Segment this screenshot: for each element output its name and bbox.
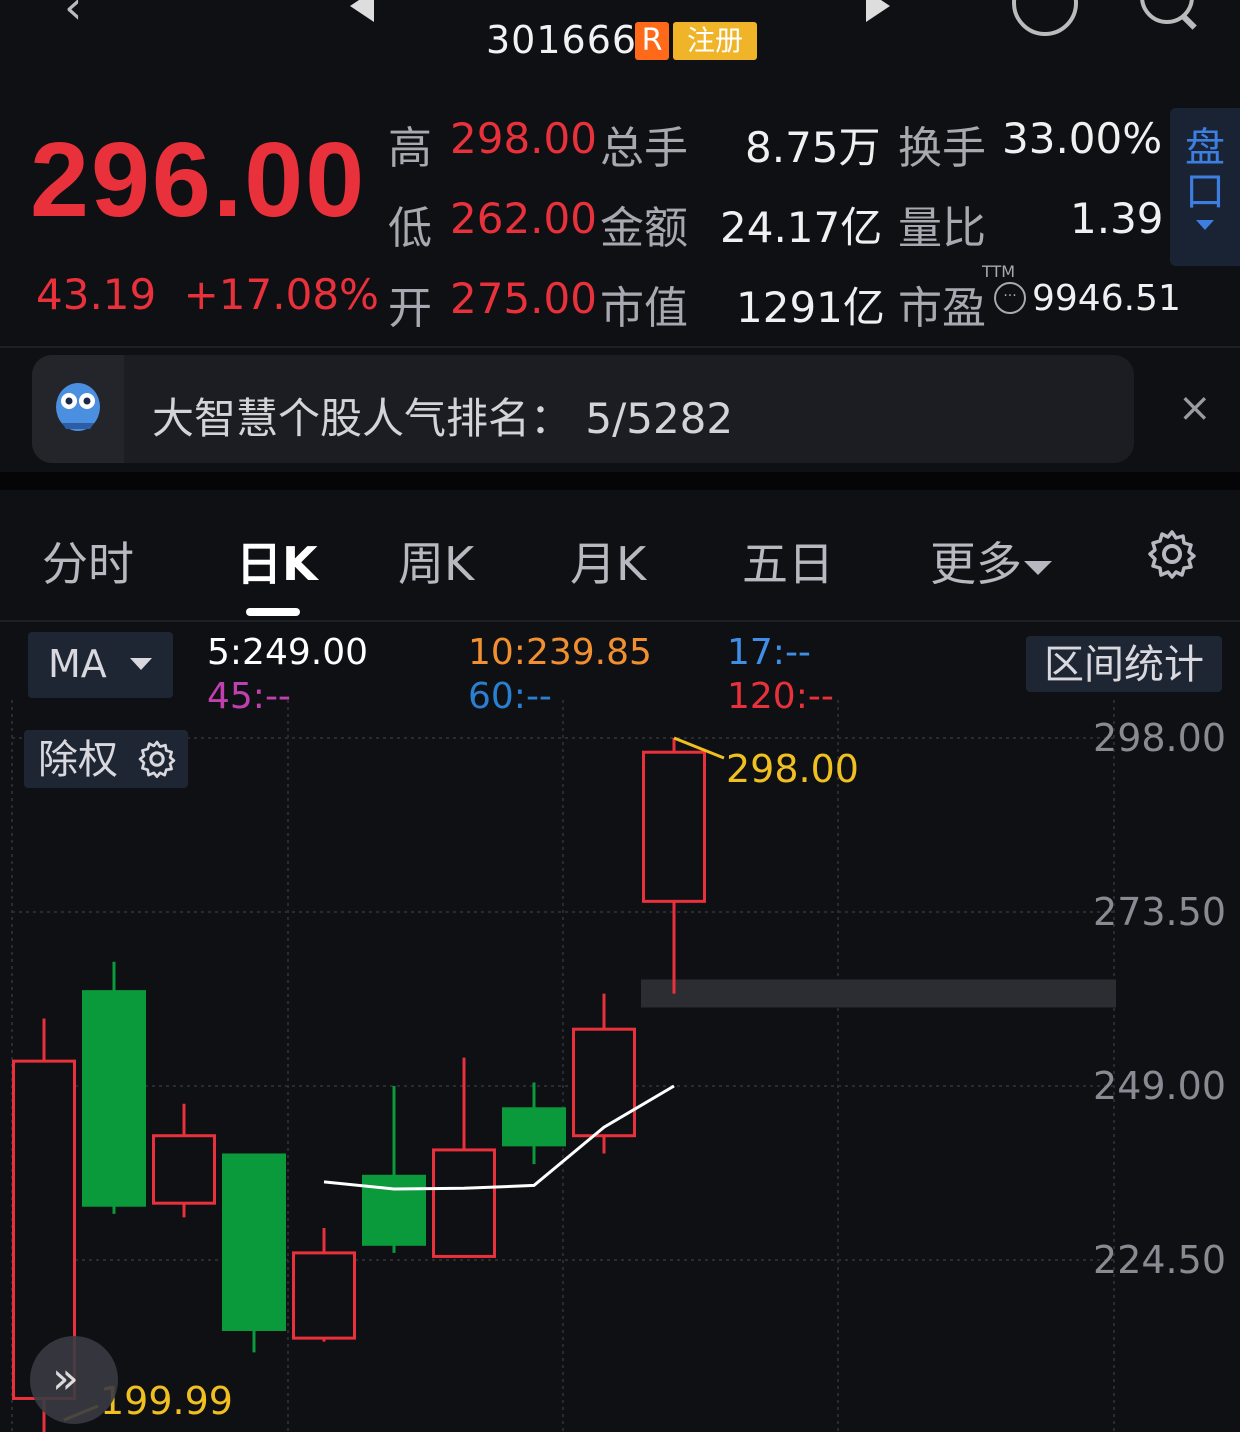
high-price-label: 298.00 bbox=[726, 747, 859, 791]
value-pe: 9946.51 bbox=[1032, 278, 1181, 319]
tab-five-day[interactable]: 五日 bbox=[742, 528, 834, 594]
expand-button[interactable]: » bbox=[30, 1336, 118, 1424]
tab-daily-k[interactable]: 日K bbox=[236, 528, 318, 594]
adjust-button[interactable]: 除权 bbox=[24, 730, 188, 788]
change-amount: 43.19 bbox=[36, 270, 157, 319]
adjust-label: 除权 bbox=[38, 737, 118, 783]
candle-body bbox=[572, 1027, 636, 1138]
last-price: 296.00 bbox=[30, 121, 367, 239]
low-price-label: 199.99 bbox=[100, 1379, 233, 1423]
registration-badge: 注册 bbox=[673, 22, 757, 60]
tab-monthly-k[interactable]: 月K bbox=[570, 528, 646, 594]
caret-down-icon bbox=[1024, 560, 1052, 575]
label-open: 开 bbox=[388, 283, 432, 334]
tab-intraday[interactable]: 分时 bbox=[42, 528, 134, 594]
search-icon-handle bbox=[1181, 14, 1197, 30]
label-turnover: 换手 bbox=[898, 123, 986, 174]
ma17-value: 17:-- bbox=[727, 632, 811, 673]
ttm-label: TTM bbox=[982, 262, 1016, 281]
gear-icon bbox=[138, 740, 175, 779]
price-change: 43.19 +17.08% bbox=[36, 270, 379, 319]
candle-body bbox=[642, 750, 706, 903]
gear-icon[interactable] bbox=[1146, 528, 1198, 584]
kline-chart[interactable]: 298.00 273.50 249.00 224.50 298.00 199.99 bbox=[0, 700, 1240, 1432]
order-book-char-2: 口 bbox=[1185, 169, 1225, 215]
candle-body bbox=[152, 1134, 216, 1205]
candle-body bbox=[502, 1107, 566, 1147]
value-turnover: 33.00% bbox=[1002, 114, 1163, 163]
price-band bbox=[641, 979, 1116, 1008]
y-tick-label: 298.00 bbox=[1093, 716, 1226, 760]
stock-code: 301666 bbox=[486, 18, 638, 62]
candle-body bbox=[82, 990, 146, 1207]
double-chevron-right-icon: » bbox=[52, 1353, 79, 1404]
order-book-button[interactable]: 盘 口 bbox=[1170, 108, 1240, 266]
range-stats-button[interactable]: 区间统计 bbox=[1026, 636, 1222, 692]
label-pe: 市盈 bbox=[898, 283, 986, 334]
value-market-cap: 1291亿 bbox=[736, 283, 885, 332]
r-badge: R bbox=[635, 22, 669, 60]
candle-body bbox=[222, 1153, 286, 1332]
back-icon[interactable]: ‹ bbox=[64, 0, 82, 34]
section-divider bbox=[0, 472, 1240, 490]
divider bbox=[0, 620, 1240, 622]
chevron-down-icon bbox=[1196, 220, 1214, 230]
y-tick-label: 273.50 bbox=[1093, 890, 1226, 934]
value-low: 262.00 bbox=[450, 194, 597, 243]
value-open: 275.00 bbox=[450, 274, 597, 323]
close-icon[interactable]: × bbox=[1178, 385, 1212, 431]
value-high: 298.00 bbox=[450, 114, 597, 163]
popularity-rank: 大智慧个股人气排名： 5/5282 bbox=[152, 394, 734, 443]
tab-weekly-k[interactable]: 周K bbox=[398, 528, 474, 594]
owl-mascot-icon bbox=[32, 355, 124, 463]
value-volume: 8.75万 bbox=[745, 123, 881, 172]
chevron-down-icon bbox=[130, 658, 152, 670]
add-watchlist-icon[interactable] bbox=[1012, 0, 1078, 36]
value-volume-ratio: 1.39 bbox=[1070, 194, 1164, 243]
value-amount: 24.17亿 bbox=[720, 203, 883, 252]
label-amount: 金额 bbox=[600, 203, 688, 254]
indicator-label: MA bbox=[48, 642, 107, 686]
change-percent: +17.08% bbox=[183, 270, 379, 319]
divider bbox=[0, 346, 1240, 348]
label-low: 低 bbox=[388, 203, 432, 254]
candle-body bbox=[292, 1251, 356, 1340]
order-book-char-1: 盘 bbox=[1185, 125, 1225, 171]
y-tick-label: 224.50 bbox=[1093, 1238, 1226, 1282]
label-market-cap: 市值 bbox=[600, 283, 688, 334]
label-high: 高 bbox=[388, 123, 432, 174]
prev-stock-icon[interactable] bbox=[350, 0, 374, 22]
tab-more[interactable]: 更多 bbox=[930, 528, 1052, 594]
ma5-value: 5:249.00 bbox=[207, 632, 368, 673]
next-stock-icon[interactable] bbox=[866, 0, 890, 22]
label-volume-ratio: 量比 bbox=[898, 203, 986, 254]
more-info-icon[interactable]: ··· bbox=[994, 282, 1026, 314]
candle-body bbox=[432, 1148, 496, 1258]
y-tick-label: 249.00 bbox=[1093, 1064, 1226, 1108]
label-volume: 总手 bbox=[600, 123, 688, 174]
active-tab-indicator bbox=[246, 608, 300, 616]
tab-more-label: 更多 bbox=[930, 537, 1022, 591]
ma10-value: 10:239.85 bbox=[468, 632, 652, 673]
